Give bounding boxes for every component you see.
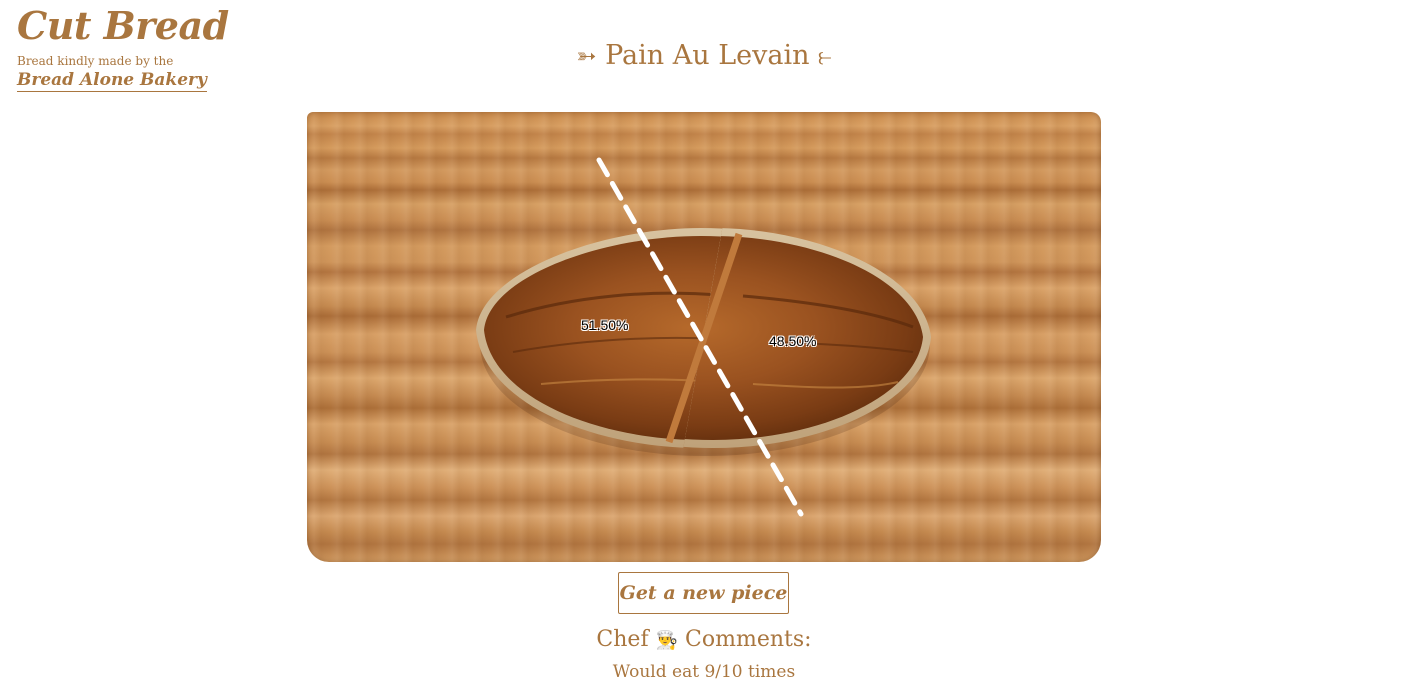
left-piece-percentage: 51.50% — [581, 317, 629, 333]
arrow-left-decoration-icon: ➳ — [576, 42, 597, 70]
get-new-piece-button[interactable]: Get a new piece — [618, 572, 789, 614]
bread-name: Pain Au Levain — [605, 40, 810, 71]
chef-comment-text: Would eat 9/10 times — [612, 662, 796, 682]
bread-canvas[interactable] — [307, 112, 1101, 562]
cutting-board[interactable]: 51.50% 48.50% — [307, 112, 1101, 562]
bread-name-heading: ➳ Pain Au Levain ⥼ — [0, 38, 1408, 74]
chef-comments-title: Chef 👨‍🍳 Comments: — [0, 625, 1408, 656]
chef-comments-prefix: Chef — [596, 627, 649, 652]
chef-icon: 👨‍🍳 — [655, 630, 679, 651]
chef-comments-suffix: Comments: — [685, 627, 812, 652]
right-piece-percentage: 48.50% — [769, 333, 817, 349]
arrow-right-decoration-icon: ⥼ — [818, 42, 832, 70]
